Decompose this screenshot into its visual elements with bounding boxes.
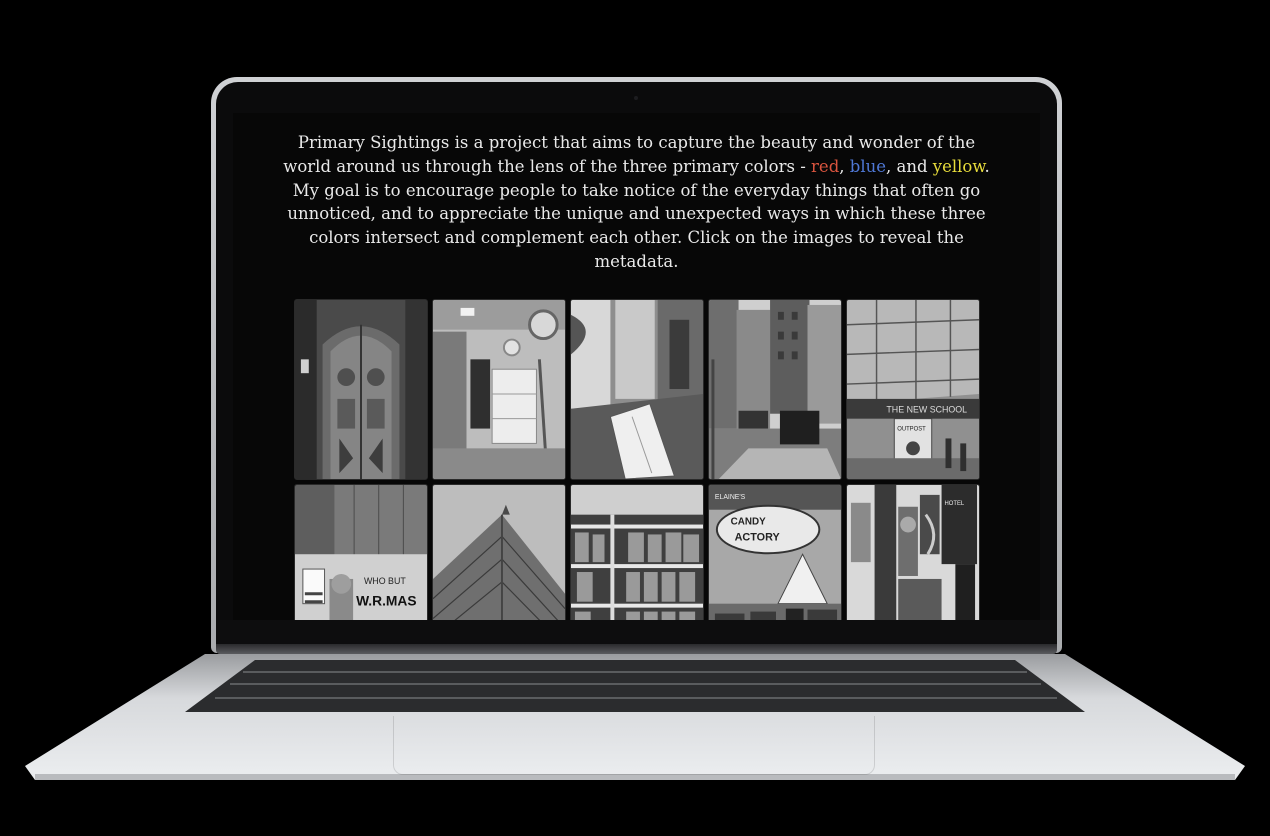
signage-outpost: OUTPOST bbox=[897, 427, 926, 433]
signage-who-but: WHO BUT bbox=[364, 576, 406, 586]
photo-tile-candy-factory[interactable]: CANDY ACTORY ELAINE'S bbox=[708, 484, 842, 620]
signage-factory: ACTORY bbox=[735, 531, 781, 543]
signage-elaines: ELAINE'S bbox=[715, 494, 746, 501]
photo-tile-ornate-door[interactable] bbox=[294, 299, 428, 480]
photo-grid: THE NEW SCHOOL OUTPOST NTESTING WHO BUT bbox=[294, 299, 980, 620]
trackpad[interactable] bbox=[393, 716, 875, 775]
photo-tile-corner-building[interactable] bbox=[432, 484, 566, 620]
word-blue: blue bbox=[849, 156, 886, 176]
signage-hotel: HOTEL bbox=[945, 501, 965, 507]
signage-candy: CANDY bbox=[731, 517, 766, 528]
intro-sep2: , and bbox=[886, 156, 933, 176]
laptop-hinge bbox=[216, 644, 1057, 654]
laptop-screen: Primary Sightings is a project that aims… bbox=[233, 113, 1040, 620]
photo-tile-new-school[interactable]: THE NEW SCHOOL OUTPOST NTESTING bbox=[846, 299, 980, 480]
photo-tile-hospital-hallway[interactable] bbox=[432, 299, 566, 480]
signage-wrmas: W.R.MAS bbox=[356, 593, 416, 609]
signage-new-school: THE NEW SCHOOL bbox=[886, 405, 967, 415]
photo-tile-lobby-sign[interactable] bbox=[570, 299, 704, 480]
intro-sep1: , bbox=[839, 156, 850, 176]
photo-tile-city-street[interactable] bbox=[708, 299, 842, 480]
photo-tile-billboard[interactable]: WHO BUT W.R.MAS bbox=[294, 484, 428, 620]
webcam-icon bbox=[634, 96, 638, 100]
project-description: Primary Sightings is a project that aims… bbox=[281, 131, 992, 274]
word-yellow: yellow bbox=[932, 156, 985, 176]
photo-tile-store-shelves[interactable] bbox=[570, 484, 704, 620]
word-red: red bbox=[811, 156, 840, 176]
photo-tile-poster-wall[interactable]: HOTEL bbox=[846, 484, 980, 620]
